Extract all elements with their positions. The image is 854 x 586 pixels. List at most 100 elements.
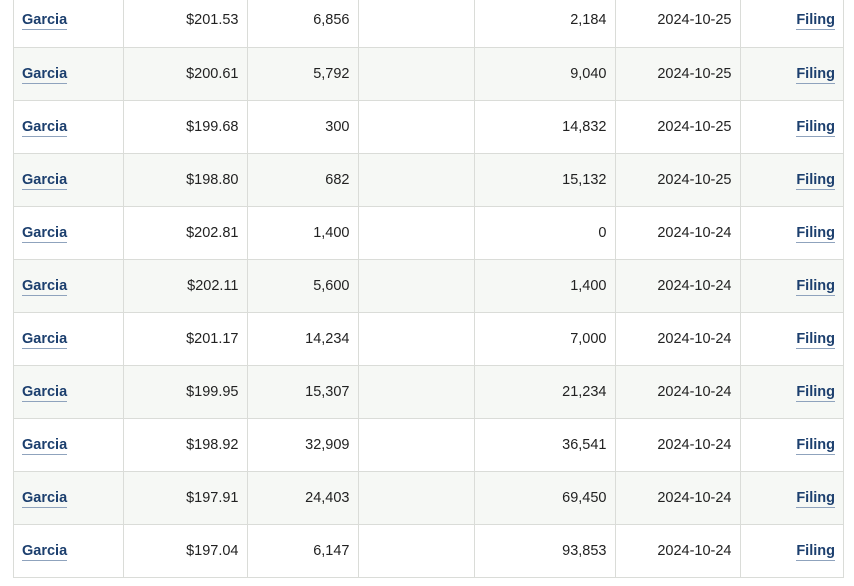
blank-cell: [358, 312, 475, 366]
blank-cell: [358, 47, 475, 101]
date-cell: 2024-10-24: [615, 365, 741, 419]
filing-link[interactable]: Filing: [796, 330, 835, 349]
filing-cell: Filing: [740, 312, 843, 366]
quantity-cell: 5,600: [247, 259, 359, 313]
insider-cell: Garcia: [14, 524, 124, 578]
blank-cell: [358, 153, 475, 207]
filing-link[interactable]: Filing: [796, 542, 835, 561]
insider-cell: Garcia: [14, 418, 124, 472]
table-row: Garcia $197.04 6,147 93,853 2024-10-24 Filing: [14, 524, 843, 578]
insider-name-link[interactable]: Garcia: [22, 224, 68, 243]
table-row: Garcia $202.81 1,400 0 2024-10-24 Filing: [14, 206, 843, 260]
table-row: Garcia $197.91 24,403 69,450 2024-10-24 Filin…: [14, 471, 843, 525]
insider-trades-table: Garcia $201.53 6,856 2,184 2024-10-25 Filing G…: [14, 0, 843, 578]
blank-cell: [358, 471, 475, 525]
shares-remaining-cell: 21,234: [474, 365, 616, 419]
filing-link[interactable]: Filing: [796, 436, 835, 455]
date-cell: 2024-10-25: [615, 0, 741, 48]
price-cell: $198.80: [123, 153, 248, 207]
insider-cell: Garcia: [14, 312, 124, 366]
insider-name-link[interactable]: Garcia: [22, 277, 68, 296]
quantity-cell: 6,856: [247, 0, 359, 48]
insider-name-link[interactable]: Garcia: [22, 330, 68, 349]
insider-trades-table-container: Garcia $201.53 6,856 2,184 2024-10-25 Filing G…: [13, 0, 844, 578]
quantity-cell: 682: [247, 153, 359, 207]
quantity-cell: 24,403: [247, 471, 359, 525]
insider-cell: Garcia: [14, 100, 124, 154]
shares-remaining-cell: 1,400: [474, 259, 616, 313]
date-cell: 2024-10-25: [615, 47, 741, 101]
blank-cell: [358, 365, 475, 419]
insider-name-link[interactable]: Garcia: [22, 383, 68, 402]
filing-link[interactable]: Filing: [796, 118, 835, 137]
insider-cell: Garcia: [14, 365, 124, 419]
quantity-cell: 300: [247, 100, 359, 154]
filing-link[interactable]: Filing: [796, 383, 835, 402]
quantity-cell: 5,792: [247, 47, 359, 101]
price-cell: $199.68: [123, 100, 248, 154]
filing-cell: Filing: [740, 153, 843, 207]
insider-cell: Garcia: [14, 47, 124, 101]
quantity-cell: 6,147: [247, 524, 359, 578]
table-row: Garcia $198.80 682 15,132 2024-10-25 Filing: [14, 153, 843, 207]
table-row: Garcia $199.95 15,307 21,234 2024-10-24 Filin…: [14, 365, 843, 419]
price-cell: $202.11: [123, 259, 248, 313]
insider-name-link[interactable]: Garcia: [22, 65, 68, 84]
insider-name-link[interactable]: Garcia: [22, 436, 68, 455]
blank-cell: [358, 100, 475, 154]
shares-remaining-cell: 93,853: [474, 524, 616, 578]
shares-remaining-cell: 7,000: [474, 312, 616, 366]
insider-name-link[interactable]: Garcia: [22, 542, 68, 561]
shares-remaining-cell: 36,541: [474, 418, 616, 472]
blank-cell: [358, 418, 475, 472]
price-cell: $198.92: [123, 418, 248, 472]
insider-name-link[interactable]: Garcia: [22, 489, 68, 508]
blank-cell: [358, 0, 475, 48]
filing-link[interactable]: Filing: [796, 277, 835, 296]
insider-name-link[interactable]: Garcia: [22, 118, 68, 137]
table-row: Garcia $201.17 14,234 7,000 2024-10-24 Filing: [14, 312, 843, 366]
shares-remaining-cell: 9,040: [474, 47, 616, 101]
insider-cell: Garcia: [14, 471, 124, 525]
date-cell: 2024-10-25: [615, 100, 741, 154]
filing-cell: Filing: [740, 206, 843, 260]
shares-remaining-cell: 15,132: [474, 153, 616, 207]
quantity-cell: 15,307: [247, 365, 359, 419]
quantity-cell: 32,909: [247, 418, 359, 472]
filing-link[interactable]: Filing: [796, 12, 835, 31]
filing-cell: Filing: [740, 365, 843, 419]
date-cell: 2024-10-24: [615, 259, 741, 313]
table-row: Garcia $199.68 300 14,832 2024-10-25 Filing: [14, 100, 843, 154]
shares-remaining-cell: 0: [474, 206, 616, 260]
insider-name-link[interactable]: Garcia: [22, 171, 68, 190]
filing-link[interactable]: Filing: [796, 224, 835, 243]
table-body: Garcia $201.53 6,856 2,184 2024-10-25 Filing G…: [14, 0, 843, 578]
table-row: Garcia $202.11 5,600 1,400 2024-10-24 Filing: [14, 259, 843, 313]
date-cell: 2024-10-24: [615, 524, 741, 578]
quantity-cell: 1,400: [247, 206, 359, 260]
filing-link[interactable]: Filing: [796, 171, 835, 190]
blank-cell: [358, 259, 475, 313]
price-cell: $200.61: [123, 47, 248, 101]
insider-cell: Garcia: [14, 0, 124, 48]
table-row: Garcia $200.61 5,792 9,040 2024-10-25 Filing: [14, 47, 843, 101]
insider-name-link[interactable]: Garcia: [22, 12, 68, 31]
filing-cell: Filing: [740, 418, 843, 472]
insider-cell: Garcia: [14, 259, 124, 313]
filing-link[interactable]: Filing: [796, 489, 835, 508]
filing-cell: Filing: [740, 0, 843, 48]
blank-cell: [358, 524, 475, 578]
price-cell: $201.17: [123, 312, 248, 366]
date-cell: 2024-10-24: [615, 471, 741, 525]
price-cell: $197.91: [123, 471, 248, 525]
date-cell: 2024-10-25: [615, 153, 741, 207]
date-cell: 2024-10-24: [615, 312, 741, 366]
filing-cell: Filing: [740, 100, 843, 154]
filing-link[interactable]: Filing: [796, 65, 835, 84]
price-cell: $201.53: [123, 0, 248, 48]
price-cell: $197.04: [123, 524, 248, 578]
blank-cell: [358, 206, 475, 260]
filing-cell: Filing: [740, 47, 843, 101]
filing-cell: Filing: [740, 259, 843, 313]
price-cell: $199.95: [123, 365, 248, 419]
